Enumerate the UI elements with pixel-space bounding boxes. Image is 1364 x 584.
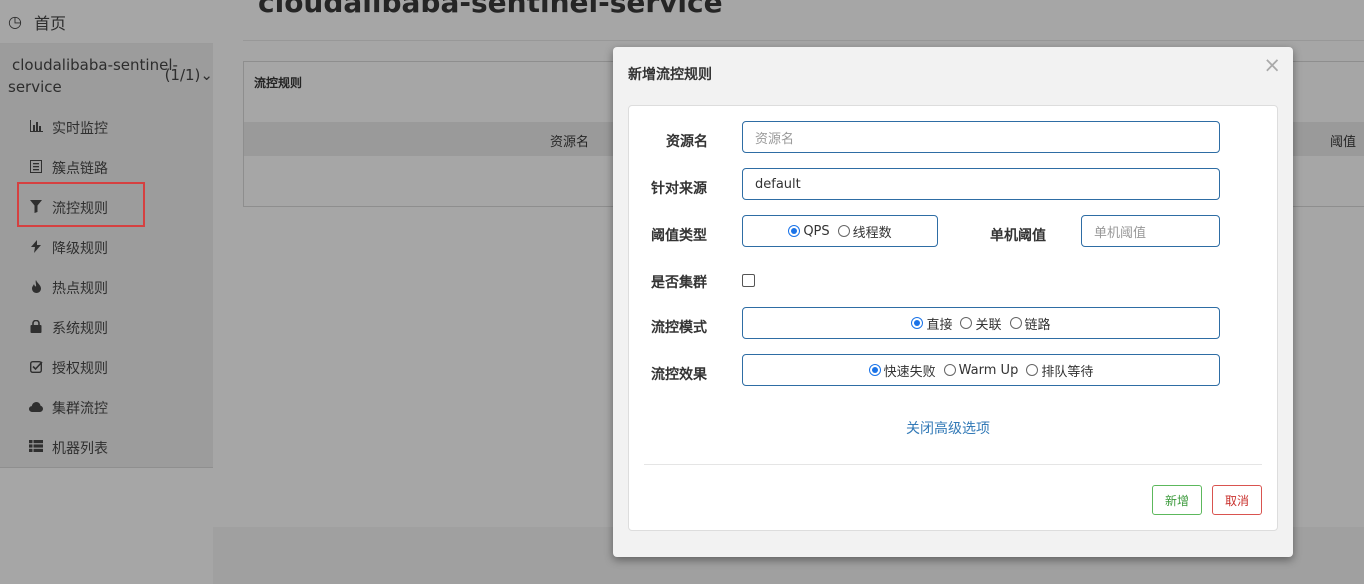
add-button[interactable]: 新增 [1152,485,1202,515]
radio-relate[interactable]: 关联 [960,314,1002,333]
column-threshold[interactable]: 阈值 [1330,131,1356,150]
close-icon[interactable]: × [1263,53,1281,77]
sidebar-item-label: 实时监控 [52,121,108,137]
fire-icon [28,279,44,297]
column-resource[interactable]: 资源名 [550,131,589,150]
list-icon [28,159,44,177]
th-list-icon [28,440,44,456]
dialog-title: 新增流控规则 [628,67,712,83]
cancel-button[interactable]: 取消 [1212,485,1262,515]
add-flow-rule-dialog: 新增流控规则 × 资源名 资源名 针对来源 default 阈值类型 QPS 线… [613,47,1293,557]
sidebar-item-label: 机器列表 [52,441,108,457]
check-icon [28,360,44,377]
sidebar-item-system-rules[interactable]: 系统规则 [28,308,198,348]
cluster-label: 是否集群 [651,275,707,291]
resource-label: 资源名 [666,134,708,150]
radio-chain[interactable]: 链路 [1009,314,1051,333]
origin-label: 针对来源 [651,181,707,197]
sidebar-item-hotspot-rules[interactable]: 热点规则 [28,268,198,308]
single-threshold-label: 单机阈值 [990,228,1046,244]
origin-input[interactable]: default [742,168,1220,200]
dialog-form: 资源名 资源名 针对来源 default 阈值类型 QPS 线程数 单机阈值 单… [628,105,1278,531]
mode-radio-group: 直接 关联 链路 [742,307,1220,339]
radio-warm-up[interactable]: Warm Up [943,363,1018,378]
radio-thread-count[interactable]: 线程数 [837,222,892,241]
sidebar-item-realtime[interactable]: 实时监控 [28,108,198,148]
sidebar-item-label: 降级规则 [52,241,108,257]
effect-radio-group: 快速失败 Warm Up 排队等待 [742,354,1220,386]
radio-fast-fail[interactable]: 快速失败 [868,361,936,380]
sidebar-item-auth-rules[interactable]: 授权规则 [28,348,198,388]
highlight-annotation [17,182,145,227]
cloud-icon [28,401,44,416]
page-title: cloudalibaba-sentinel-service [258,0,723,19]
radio-direct[interactable]: 直接 [911,314,952,333]
sidebar-item-label: 集群流控 [52,401,108,417]
sidebar-item-label: 系统规则 [52,321,108,337]
app-count: (1/1)⌄ [164,66,213,84]
sidebar-item-degrade-rules[interactable]: 降级规则 [28,228,198,268]
nav-home-label: 首页 [33,13,66,33]
nav-home[interactable]: ◷ 首页 [0,0,213,44]
radio-qps[interactable]: QPS [788,224,830,239]
bar-chart-icon [28,120,44,136]
sidebar: ◷ 首页 cloudalibaba-sentinel- service (1/1… [0,0,213,584]
threshold-type-radio-group: QPS 线程数 [742,215,938,247]
sidebar-item-label: 热点规则 [52,281,108,297]
sidebar-item-cluster-flow[interactable]: 集群流控 [28,388,198,428]
lock-icon [28,319,44,337]
threshold-type-label: 阈值类型 [651,228,707,244]
cluster-checkbox[interactable] [742,274,755,287]
dashboard-icon: ◷ [8,12,22,31]
resource-input[interactable]: 资源名 [742,121,1220,153]
chevron-down-icon: ⌄ [200,66,213,84]
panel-title: 流控规则 [254,76,303,90]
mode-label: 流控模式 [651,320,707,336]
title-divider [243,40,1364,41]
single-threshold-input[interactable]: 单机阈值 [1081,215,1220,247]
effect-label: 流控效果 [651,367,707,383]
sidebar-item-label: 授权规则 [52,361,108,377]
form-divider [644,464,1262,465]
sidebar-item-machine-list[interactable]: 机器列表 [28,428,198,468]
sidebar-item-label: 簇点链路 [52,161,108,177]
radio-queue[interactable]: 排队等待 [1026,361,1093,380]
flash-icon [28,239,44,257]
toggle-advanced-link[interactable]: 关闭高级选项 [906,418,990,438]
